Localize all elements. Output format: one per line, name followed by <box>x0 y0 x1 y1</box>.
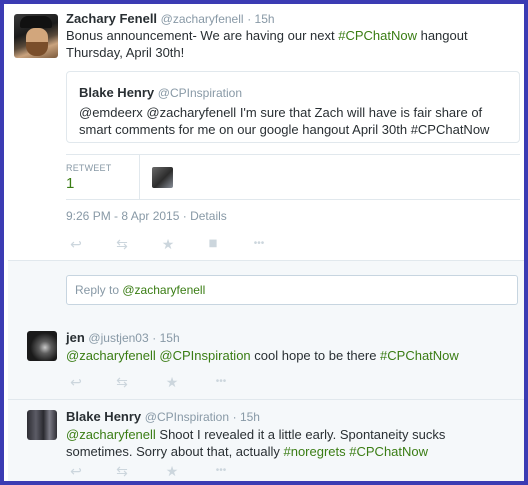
avatar-jen[interactable] <box>27 331 57 361</box>
reply-mention: @zacharyfenell <box>122 283 206 297</box>
author-name[interactable]: jen <box>66 330 85 345</box>
quoted-tweet-header: Blake Henry @CPInspiration <box>79 85 242 100</box>
author-name[interactable]: Blake Henry <box>66 409 141 424</box>
reply-icon[interactable]: ↩ <box>66 462 86 480</box>
quoted-author-name[interactable]: Blake Henry <box>79 85 154 100</box>
avatar-zachary[interactable] <box>14 14 58 58</box>
main-tweet-header: Zachary Fenell @zacharyfenell · 15h <box>66 11 275 26</box>
retweeter-avatar[interactable] <box>152 167 173 188</box>
author-name[interactable]: Zachary Fenell <box>66 11 157 26</box>
hashtag-link[interactable]: #CPChatNow <box>380 348 459 363</box>
more-icon[interactable]: ••• <box>208 373 234 391</box>
details-link[interactable]: Details <box>190 209 227 223</box>
retweet-label: RETWEET <box>66 163 112 173</box>
hashtag-link[interactable]: #CPChatNow <box>338 28 417 43</box>
retweet-icon[interactable]: ⇆ <box>112 373 132 391</box>
retweet-count[interactable]: 1 <box>66 175 74 192</box>
favorite-icon[interactable]: ★ <box>158 235 178 253</box>
more-icon[interactable]: ••• <box>246 235 272 253</box>
mention-link[interactable]: @zacharyfenell <box>66 427 156 442</box>
stats-divider <box>139 155 140 199</box>
reply-prefix: Reply to <box>75 283 123 297</box>
reply-tweet[interactable]: Blake Henry @CPInspiration · 15h @zachar… <box>8 400 524 481</box>
retweet-icon[interactable]: ⇆ <box>112 235 132 253</box>
reply-text: @zacharyfenell Shoot I revealed it a lit… <box>66 426 466 460</box>
author-handle[interactable]: @zacharyfenell <box>161 12 244 26</box>
reply-icon[interactable]: ↩ <box>66 235 86 253</box>
reply-header: jen @justjen03 · 15h <box>66 330 180 345</box>
quoted-tweet-text: @emdeerx @zacharyfenell I'm sure that Za… <box>79 104 499 138</box>
favorite-icon[interactable]: ★ <box>162 462 182 480</box>
reply-area: Reply to @zacharyfenell <box>8 260 524 322</box>
more-icon[interactable]: ••• <box>208 462 234 480</box>
author-handle[interactable]: @CPInspiration <box>145 410 229 424</box>
beard-graphic <box>26 42 48 56</box>
tweet-stats: RETWEET 1 <box>66 154 520 200</box>
timestamp-text[interactable]: 9:26 PM - 8 Apr 2015 <box>66 209 179 223</box>
mention-link[interactable]: @emdeerx <box>79 105 143 120</box>
tweet-timestamp: 9:26 PM - 8 Apr 2015 · Details <box>66 209 227 223</box>
reply-input[interactable]: Reply to @zacharyfenell <box>66 275 518 305</box>
tweet-time[interactable]: · 15h <box>247 12 274 26</box>
analytics-icon[interactable]: ▮▮ <box>202 235 222 253</box>
favorite-icon[interactable]: ★ <box>162 373 182 391</box>
mention-link[interactable]: @zacharyfenell <box>66 348 156 363</box>
hashtag-link[interactable]: #CPChatNow <box>349 444 428 459</box>
main-tweet-text: Bonus announcement- We are having our ne… <box>66 27 486 61</box>
avatar-blake[interactable] <box>27 410 57 440</box>
reply-tweet[interactable]: jen @justjen03 · 15h @zacharyfenell @CPI… <box>8 321 524 400</box>
tweet-text-part: cool hope to be there <box>250 348 381 363</box>
tweet-text-part: Bonus announcement- We are having our ne… <box>66 28 339 43</box>
reply-text: @zacharyfenell @CPInspiration cool hope … <box>66 347 506 364</box>
mention-link[interactable]: @CPInspiration <box>159 348 250 363</box>
quoted-tweet[interactable]: Blake Henry @CPInspiration @emdeerx @zac… <box>66 71 520 143</box>
tweet-time[interactable]: · 15h <box>233 410 260 424</box>
main-tweet: Zachary Fenell @zacharyfenell · 15h Bonu… <box>8 8 524 260</box>
hashtag-link[interactable]: #noregrets <box>283 444 345 459</box>
quoted-author-handle[interactable]: @CPInspiration <box>158 86 242 100</box>
tweet-time[interactable]: · 15h <box>152 331 179 345</box>
author-handle[interactable]: @justjen03 <box>88 331 148 345</box>
tweet-window: Zachary Fenell @zacharyfenell · 15h Bonu… <box>0 0 528 485</box>
hat-graphic <box>20 16 52 28</box>
mention-link[interactable]: @zacharyfenell <box>146 105 236 120</box>
reply-header: Blake Henry @CPInspiration · 15h <box>66 409 260 424</box>
hashtag-link[interactable]: #CPChatNow <box>411 122 490 137</box>
reply-icon[interactable]: ↩ <box>66 373 86 391</box>
retweet-icon[interactable]: ⇆ <box>112 462 132 480</box>
